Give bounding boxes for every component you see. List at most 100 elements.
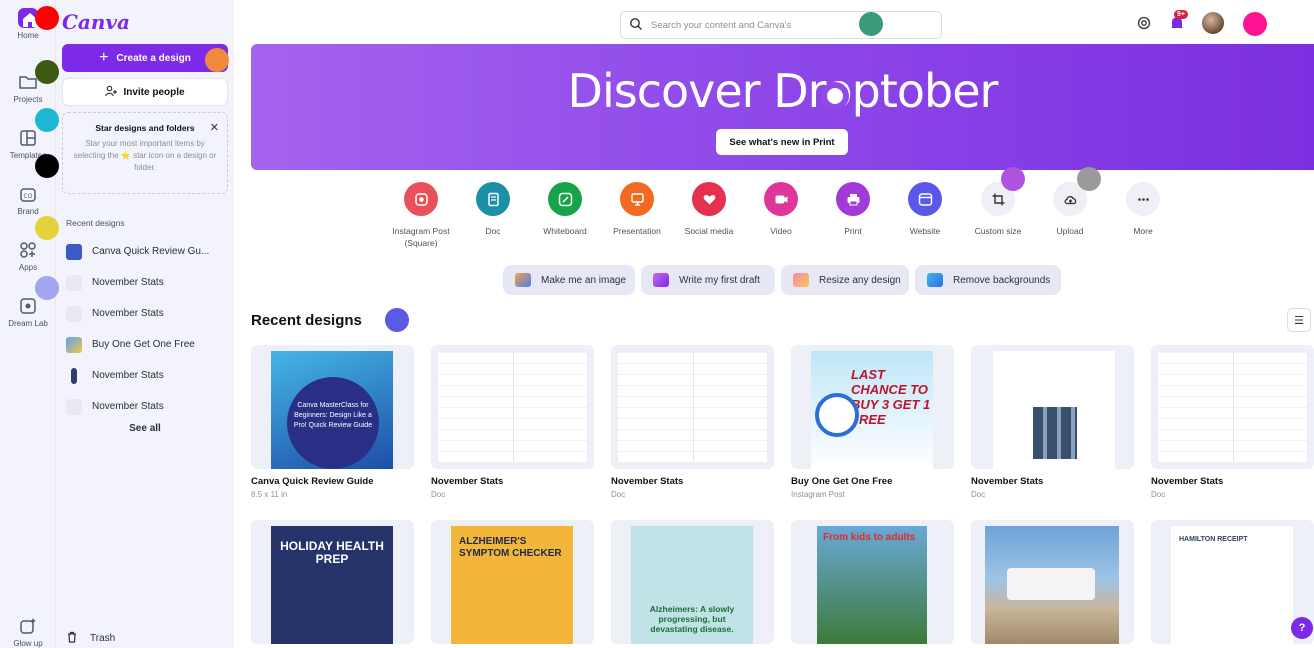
recent-designs-list: Canva Quick Review Gu... November Stats …	[66, 236, 232, 422]
annotation-marker	[35, 108, 59, 132]
resize-design-pill[interactable]: Resize any design	[781, 265, 909, 295]
top-actions: 9+	[1136, 10, 1224, 34]
design-subtitle: Instagram Post	[791, 490, 845, 499]
settings-gear-icon[interactable]	[1136, 15, 1152, 31]
design-card[interactable]	[611, 345, 774, 469]
close-icon[interactable]: ✕	[210, 121, 219, 134]
list-item-label: November Stats	[92, 277, 164, 288]
shortcut-print[interactable]: Print	[817, 182, 889, 237]
annotation-marker	[385, 308, 409, 332]
design-title[interactable]: November Stats	[611, 476, 683, 487]
annotation-marker	[35, 154, 59, 178]
design-subtitle: 8.5 x 11 in	[251, 490, 288, 499]
notifications-bell-icon[interactable]: 9+	[1168, 10, 1188, 32]
list-item[interactable]: Canva Quick Review Gu...	[66, 236, 232, 267]
shortcut-presentation[interactable]: Presentation	[601, 182, 673, 237]
shortcut-instagram-post[interactable]: Instagram Post (Square)	[385, 182, 457, 249]
see-all-link[interactable]: See all	[56, 423, 234, 434]
rail-glow-up[interactable]: Glow up	[0, 616, 56, 648]
help-button[interactable]: ?	[1291, 617, 1313, 639]
shortcut-doc[interactable]: Doc	[457, 182, 529, 237]
make-image-pill[interactable]: Make me an image	[503, 265, 635, 295]
rail-glow-up-label: Glow up	[13, 639, 43, 648]
design-card[interactable]	[431, 345, 594, 469]
annotation-marker	[1243, 12, 1267, 36]
design-thumbnail	[985, 526, 1119, 644]
create-design-button[interactable]: + Create a design	[62, 44, 228, 72]
rail-dream-lab-label: Dream Lab	[8, 319, 48, 328]
shortcut-video[interactable]: Video	[745, 182, 817, 237]
invite-people-button[interactable]: Invite people	[62, 78, 228, 106]
more-icon	[1126, 182, 1160, 216]
list-item-label: November Stats	[92, 308, 164, 319]
magic-write-icon	[653, 273, 669, 287]
rail-brand-label: Brand	[17, 207, 39, 216]
dream-lab-icon	[18, 296, 38, 316]
design-subtitle: Doc	[431, 490, 446, 499]
list-item-label: November Stats	[92, 370, 164, 381]
star-tip-title: Star designs and folders	[95, 123, 195, 133]
avatar[interactable]	[1202, 12, 1224, 34]
rail-brand[interactable]: CO Brand	[0, 184, 56, 216]
canva-logo[interactable]: Canva	[62, 10, 130, 34]
rail-dream-lab[interactable]: Dream Lab	[0, 296, 56, 328]
whats-new-button[interactable]: See what's new in Print	[716, 129, 848, 155]
shortcut-label: More	[1133, 226, 1153, 236]
design-thumbnail	[66, 243, 82, 260]
design-title[interactable]: November Stats	[1151, 476, 1223, 487]
design-subtitle: Doc	[1151, 490, 1166, 499]
trash-item[interactable]: Trash	[66, 631, 115, 646]
search-placeholder: Search your content and Canva's	[651, 19, 792, 31]
design-title[interactable]: November Stats	[971, 476, 1043, 487]
design-thumbnail	[617, 351, 768, 463]
design-card[interactable]	[971, 520, 1134, 644]
rail-home-label: Home	[17, 31, 39, 40]
list-item[interactable]: November Stats	[66, 360, 232, 391]
design-card[interactable]	[971, 345, 1134, 469]
shortcut-whiteboard[interactable]: Whiteboard	[529, 182, 601, 237]
pill-label: Remove backgrounds	[953, 274, 1051, 286]
design-title[interactable]: November Stats	[431, 476, 503, 487]
recent-designs-heading: Recent designs	[66, 218, 125, 228]
design-card[interactable]: ALZHEIMER'S SYMPTOM CHECKER	[431, 520, 594, 644]
remove-background-pill[interactable]: Remove backgrounds	[915, 265, 1061, 295]
thumbnail-text: Alzheimers: A slowly progressing, but de…	[631, 526, 753, 644]
pill-label: Make me an image	[541, 274, 627, 286]
shortcut-upload[interactable]: Upload	[1034, 182, 1106, 237]
design-title[interactable]: Canva Quick Review Guide	[251, 476, 374, 487]
shortcut-custom-size[interactable]: Custom size	[962, 182, 1034, 237]
design-card[interactable]: Canva MasterClass for Beginners: Design …	[251, 345, 414, 469]
shortcut-social-media[interactable]: Social media	[673, 182, 745, 237]
recent-designs-title: Recent designs	[251, 312, 362, 329]
design-card[interactable]: HOLIDAY HEALTH PREP	[251, 520, 414, 644]
list-item[interactable]: Buy One Get One Free	[66, 329, 232, 360]
list-item[interactable]: November Stats	[66, 267, 232, 298]
search-input[interactable]: Search your content and Canva's	[620, 11, 942, 39]
canva-home: Home Projects Templates CO Brand Apps Dr…	[0, 0, 1314, 648]
presentation-icon	[620, 182, 654, 216]
design-card[interactable]	[1151, 345, 1314, 469]
design-card[interactable]: HAMILTON RECEIPT	[1151, 520, 1314, 644]
write-draft-pill[interactable]: Write my first draft	[641, 265, 775, 295]
design-title[interactable]: Buy One Get One Free	[791, 476, 892, 487]
design-thumbnail	[66, 336, 82, 353]
design-card[interactable]: LAST CHANCE TO BUY 3 GET 1 FREE	[791, 345, 954, 469]
shortcut-website[interactable]: Website	[889, 182, 961, 237]
brand-icon: CO	[18, 184, 38, 204]
star-tip-box: ✕ Star designs and folders Star your mos…	[62, 112, 228, 194]
shortcut-label: Instagram Post (Square)	[392, 226, 450, 248]
design-card[interactable]: Alzheimers: A slowly progressing, but de…	[611, 520, 774, 644]
annotation-marker	[205, 48, 229, 72]
magic-resize-icon	[793, 273, 809, 287]
list-item[interactable]: November Stats	[66, 391, 232, 422]
list-item-label: Buy One Get One Free	[92, 339, 195, 350]
thumbnail-text: From kids to adults	[817, 526, 927, 644]
thumbnail-text: Canva MasterClass for Beginners: Design …	[287, 377, 379, 469]
design-card[interactable]: From kids to adults	[791, 520, 954, 644]
list-item[interactable]: November Stats	[66, 298, 232, 329]
design-subtitle: Doc	[611, 490, 626, 499]
shortcut-label: Whiteboard	[543, 226, 587, 236]
list-view-toggle-icon[interactable]: ☰	[1287, 308, 1311, 332]
shortcut-more[interactable]: More	[1107, 182, 1179, 237]
rail-apps[interactable]: Apps	[0, 240, 56, 272]
